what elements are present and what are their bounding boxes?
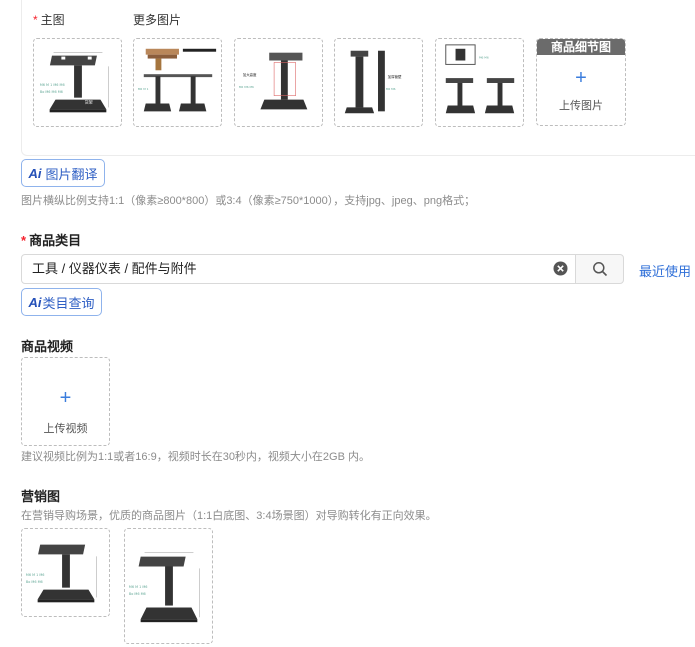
product-image-5[interactable]: M6 M6: [435, 38, 524, 127]
image-ratio-hint: 图片横纵比例支持1:1（像素≥800*800）或3:4（像素≥750*1000）…: [21, 195, 476, 207]
required-mark: *: [33, 13, 38, 27]
category-search-button[interactable]: [575, 254, 624, 284]
svg-text:Bo M6 M6 M6: Bo M6 M6 M6: [40, 90, 63, 94]
ai-image-translate-button[interactable]: Ai 图片翻译: [21, 159, 105, 187]
category-query-label: 类目查询: [42, 295, 95, 311]
more-images-label: 更多图片: [133, 13, 182, 27]
product-image-4[interactable]: 加厚管壁 M6 M6: [334, 38, 423, 127]
search-icon: [592, 262, 607, 277]
svg-text:加厚管壁: 加厚管壁: [388, 74, 402, 79]
marketing-title: 营销图: [21, 489, 61, 504]
video-hint: 建议视频比例为1:1或者16:9，视频时长在30秒内，视频大小在2GB 内。: [21, 451, 371, 463]
upload-video-button[interactable]: + 上传视频: [21, 357, 110, 446]
ai-icon: Ai: [28, 165, 42, 181]
marketing-image-portrait[interactable]: M6 M 1 M6 Bo M6 M6: [124, 528, 213, 644]
category-title: * 商品类目: [21, 230, 81, 249]
product-image-3[interactable]: 加大高度 M6 M6 M6: [234, 38, 323, 127]
svg-text:Bo M6 M6: Bo M6 M6: [26, 580, 43, 584]
svg-text:M6 M6: M6 M6: [386, 87, 396, 91]
svg-text:M6 M 1 M6: M6 M 1 M6: [129, 585, 148, 589]
plus-icon: +: [575, 67, 587, 89]
ai-category-query-button[interactable]: Ai 类目查询: [21, 288, 102, 316]
product-image-main[interactable]: M6 M 1 M6 M6 Bo M6 M6 M6 货架: [33, 38, 122, 127]
svg-text:加大高度: 加大高度: [243, 72, 257, 77]
thumb-tag: 货架: [85, 100, 93, 105]
upload-image-label: 上传图片: [559, 100, 603, 112]
svg-text:Bo M6 M6: Bo M6 M6: [129, 592, 146, 596]
plus-icon: +: [59, 387, 72, 409]
svg-text:M6 M6 M6: M6 M6 M6: [239, 85, 254, 89]
required-mark: *: [21, 233, 27, 248]
detail-image-ribbon: 商品细节图: [537, 39, 625, 55]
marketing-hint: 在营销导购场景，优质的商品图片（1:1白底图、3:4场景图）对导购转化有正向效果…: [21, 510, 437, 522]
video-title: 商品视频: [21, 339, 74, 354]
category-title-text: 商品类目: [29, 233, 82, 248]
image-translate-label: 图片翻译: [45, 166, 98, 182]
upload-video-label: 上传视频: [43, 423, 88, 435]
svg-text:M6 M 1 M6: M6 M 1 M6: [26, 573, 45, 577]
svg-text:M6 M6: M6 M6: [479, 56, 489, 60]
clear-icon[interactable]: [553, 261, 568, 276]
ai-icon: Ai: [28, 294, 42, 310]
marketing-image-square[interactable]: M6 M 1 M6 Bo M6 M6: [21, 528, 110, 617]
upload-detail-image-button[interactable]: 商品细节图 + 上传图片: [536, 38, 626, 126]
svg-text:M6 M 1: M6 M 1: [138, 87, 149, 91]
main-image-label-text: 主图: [40, 13, 65, 27]
main-image-label: * 主图: [33, 11, 65, 28]
svg-text:M6 M 1 M6 M6: M6 M 1 M6 M6: [40, 83, 65, 87]
category-input[interactable]: 工具 / 仪器仪表 / 配件与附件: [21, 254, 576, 284]
recently-used-link[interactable]: 最近使用: [639, 261, 691, 280]
product-image-2[interactable]: M6 M 1: [133, 38, 222, 127]
